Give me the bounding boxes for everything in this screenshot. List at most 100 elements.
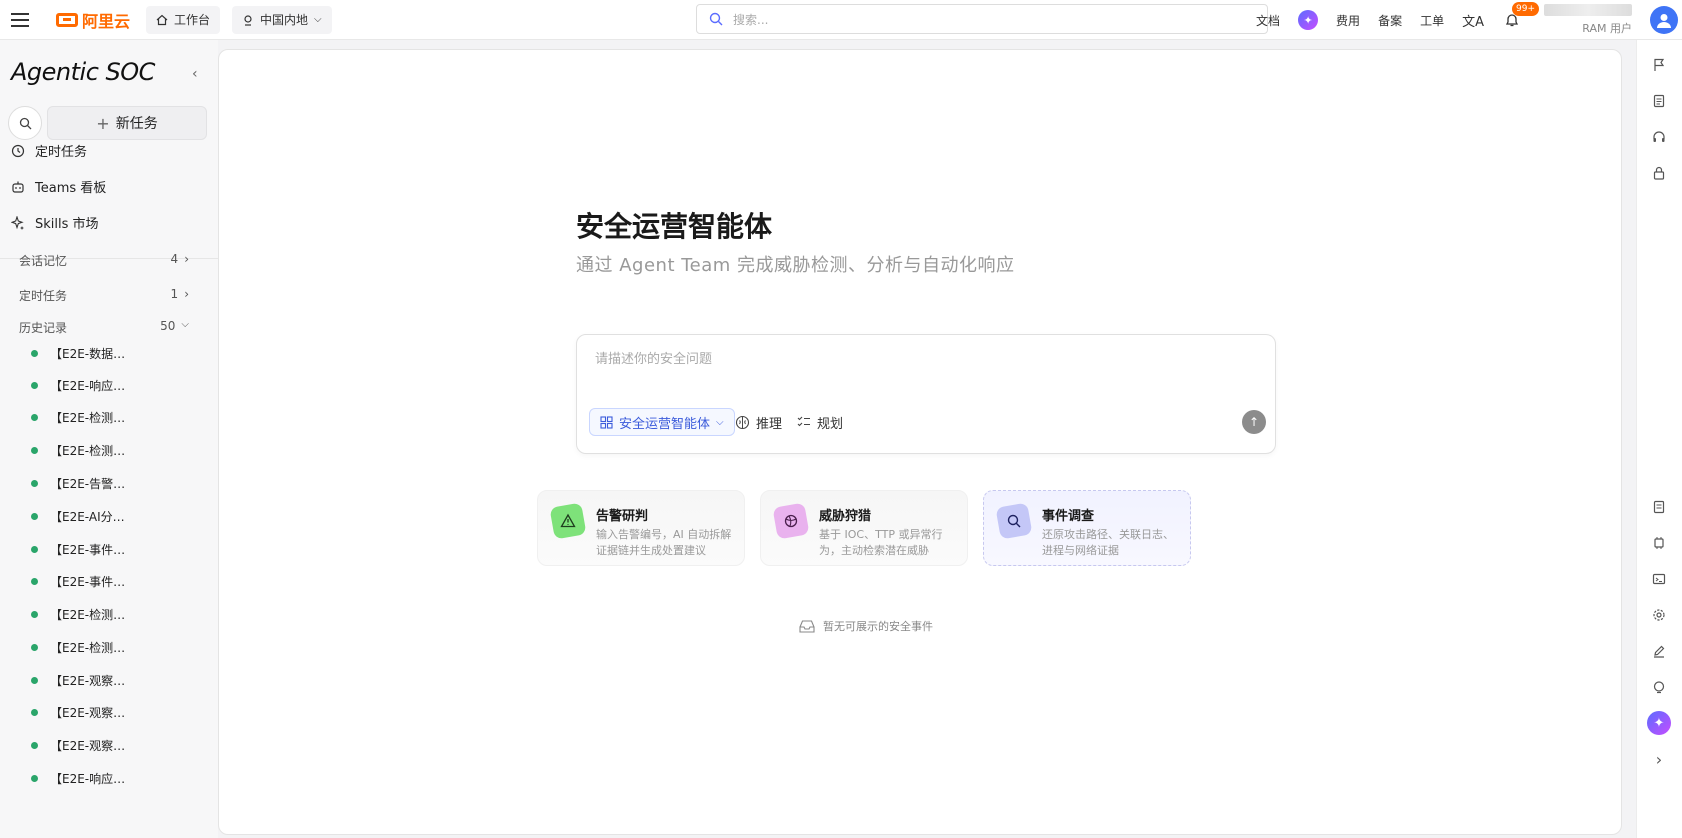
card-title: 告警研判 [596, 509, 649, 524]
list-item[interactable]: 【E2E-观察… [31, 704, 125, 721]
card-title: 威胁狩猎 [819, 509, 872, 524]
sparkle-icon [11, 215, 24, 230]
section-label: 历史记录 [19, 321, 68, 335]
document-icon[interactable] [1643, 86, 1675, 116]
billing-link[interactable]: 费用 [1336, 12, 1360, 29]
prompt-composer: 安全运营智能体 ⌵ 推理 规划 ↑ [576, 334, 1276, 454]
new-task-button[interactable]: + 新任务 [47, 106, 207, 140]
page-subtitle: 通过 Agent Team 完成威胁检测、分析与自动化响应 [576, 255, 1015, 276]
plus-icon: + [96, 113, 110, 133]
list-item[interactable]: 【E2E-AI分… [31, 508, 125, 525]
status-dot [31, 447, 38, 454]
history-label: 【E2E-AI分… [50, 510, 125, 524]
global-search[interactable]: 搜索... [696, 4, 1268, 34]
gear-icon[interactable] [1643, 600, 1675, 630]
send-button[interactable]: ↑ [1242, 410, 1266, 434]
list-item[interactable]: 【E2E-观察… [31, 737, 125, 754]
chevron-right-icon: › [184, 287, 189, 301]
section-scheduled-tasks[interactable]: 定时任务 1 › [19, 287, 189, 304]
empty-state-text: 暂无可展示的安全事件 [823, 620, 933, 633]
section-count: 1 [170, 287, 179, 301]
history-label: 【E2E-告警… [50, 477, 126, 491]
planning-toggle[interactable]: 规划 [797, 408, 843, 436]
section-conversation-memory[interactable]: 会话记忆 4 › [19, 252, 189, 269]
quick-card-threat-hunting[interactable]: 威胁狩猎 基于 IOC、TTP 或异常行为，主动检索潜在威胁 [760, 490, 968, 566]
location-icon [244, 14, 252, 26]
history-label: 【E2E-观察… [50, 674, 126, 688]
collapse-sidebar-icon[interactable]: ‹ [192, 66, 198, 82]
empty-state: 暂无可展示的安全事件 [799, 618, 933, 634]
list-item[interactable]: 【E2E-响应… [31, 770, 125, 787]
clipboard-icon[interactable] [1643, 492, 1675, 522]
right-toolbar: ✦ › [1636, 40, 1682, 838]
list-item[interactable]: 【E2E-检测… [31, 442, 125, 459]
ticket-link[interactable]: 工单 [1420, 12, 1444, 29]
edit-icon[interactable] [1643, 636, 1675, 666]
section-history[interactable]: 历史记录 50 ⌵ [19, 319, 189, 336]
card-description: 输入告警编号，AI 自动拆解证据链并生成处置建议 [596, 528, 732, 557]
status-dot [31, 611, 38, 618]
ai-assistant-icon[interactable]: ✦ [1643, 708, 1675, 738]
inbox-icon [799, 620, 815, 633]
support-icon[interactable] [1643, 672, 1675, 702]
clock-icon [11, 144, 25, 157]
user-info[interactable]: RAM 用户 [1540, 4, 1632, 36]
agent-selector[interactable]: 安全运营智能体 ⌵ [589, 408, 735, 436]
status-dot [31, 414, 38, 421]
globe-icon [772, 502, 810, 540]
brand-name: 阿里云 [82, 11, 131, 31]
section-count: 50 [160, 319, 176, 333]
search-icon [995, 502, 1033, 540]
nav-item-teams-board[interactable]: Teams 看板 [11, 177, 106, 196]
sidebar-search-button[interactable] [8, 106, 42, 140]
chip-icon[interactable] [1643, 528, 1675, 558]
list-item[interactable]: 【E2E-数据… [31, 345, 125, 362]
terminal-icon[interactable] [1643, 564, 1675, 594]
region-label: 中国内地 [260, 13, 309, 27]
prompt-input[interactable] [595, 349, 1235, 369]
avatar[interactable] [1650, 6, 1678, 34]
quick-card-incident-investigation[interactable]: 事件调查 还原攻击路径、关联日志、进程与网络证据 [983, 490, 1191, 566]
notification-badge: 99+ [1512, 2, 1539, 16]
ai-assistant-icon[interactable]: ✦ [1298, 10, 1319, 30]
aliyun-logo[interactable]: 阿里云 [56, 8, 130, 32]
notification-bell-icon[interactable]: 99+ [1502, 2, 1539, 30]
new-task-label: 新任务 [115, 116, 158, 132]
nav-item-scheduled-tasks[interactable]: 定时任务 [11, 141, 87, 160]
nav-label: 定时任务 [35, 145, 88, 160]
flag-icon[interactable] [1643, 50, 1675, 80]
expand-icon[interactable]: › [1643, 744, 1675, 774]
history-label: 【E2E-观察… [50, 739, 126, 753]
list-item[interactable]: 【E2E-事件… [31, 573, 125, 590]
reasoning-label: 推理 [756, 416, 783, 432]
home-icon [156, 14, 168, 25]
workbench-button[interactable]: 工作台 [146, 5, 221, 34]
lock-icon[interactable] [1643, 158, 1675, 188]
translate-icon[interactable]: 文A [1462, 11, 1484, 30]
history-label: 【E2E-检测… [50, 608, 126, 622]
list-item[interactable]: 【E2E-检测… [31, 639, 125, 656]
list-item[interactable]: 【E2E-告警… [31, 475, 125, 492]
workbench-label: 工作台 [174, 13, 211, 27]
search-placeholder: 搜索... [733, 12, 769, 27]
reasoning-toggle[interactable]: 推理 [735, 408, 782, 436]
headset-icon[interactable] [1643, 122, 1675, 152]
list-item[interactable]: 【E2E-检测… [31, 409, 125, 426]
nav-item-skills-market[interactable]: Skills 市场 [11, 213, 99, 232]
search-icon [19, 117, 31, 129]
section-label: 会话记忆 [19, 254, 68, 268]
docs-link[interactable]: 文档 [1256, 12, 1280, 29]
status-dot [31, 709, 38, 716]
icp-link[interactable]: 备案 [1378, 12, 1402, 29]
grid-icon [600, 415, 613, 429]
list-item[interactable]: 【E2E-观察… [31, 672, 125, 689]
list-item[interactable]: 【E2E-检测… [31, 606, 125, 623]
chevron-right-icon: › [184, 252, 189, 266]
nav-label: Teams 看板 [35, 181, 107, 196]
menu-icon[interactable] [0, 0, 40, 40]
region-selector[interactable]: 中国内地 ⌵ [232, 5, 332, 34]
warning-icon [549, 502, 587, 540]
list-item[interactable]: 【E2E-事件… [31, 541, 125, 558]
quick-card-alert-triage[interactable]: 告警研判 输入告警编号，AI 自动拆解证据链并生成处置建议 [537, 490, 745, 566]
list-item[interactable]: 【E2E-响应… [31, 377, 125, 394]
